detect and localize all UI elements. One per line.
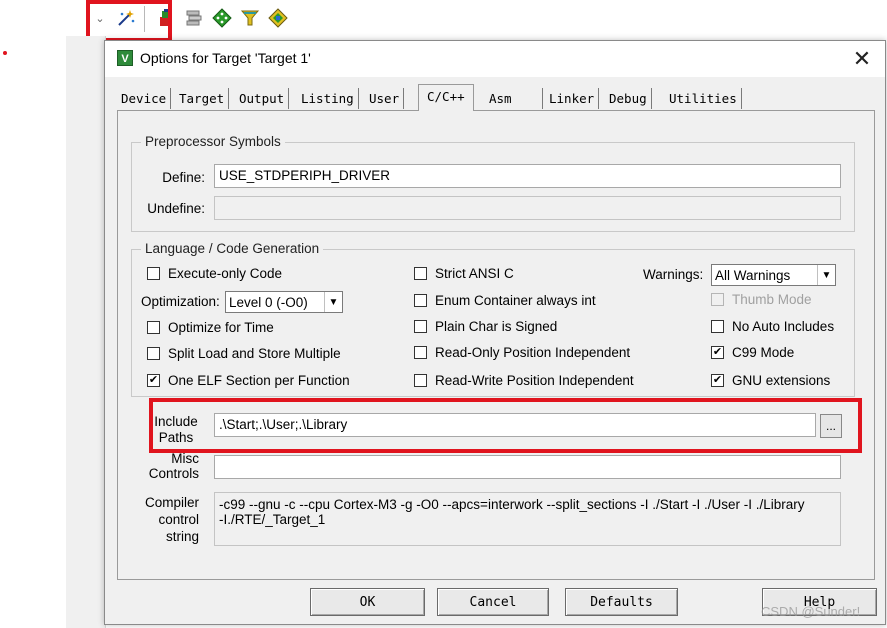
checkbox-box[interactable] bbox=[414, 320, 427, 333]
enum-container-label: Enum Container always int bbox=[435, 293, 596, 308]
toolbar-separator bbox=[144, 6, 145, 32]
component-icon[interactable] bbox=[268, 8, 288, 28]
execute-only-checkbox[interactable]: Execute-only Code bbox=[147, 266, 282, 281]
strict-ansi-checkbox[interactable]: Strict ANSI C bbox=[414, 266, 514, 281]
c99-mode-label: C99 Mode bbox=[732, 345, 795, 360]
ok-button[interactable]: OK bbox=[310, 588, 425, 616]
plain-char-checkbox[interactable]: Plain Char is Signed bbox=[414, 319, 557, 334]
chevron-down-icon[interactable]: ▼ bbox=[817, 265, 835, 285]
app-icon: V bbox=[117, 50, 133, 66]
watermark: CSDN @Sunder! bbox=[761, 604, 861, 619]
magic-wand-icon[interactable] bbox=[116, 8, 136, 28]
warnings-value: All Warnings bbox=[715, 267, 791, 283]
ro-position-checkbox[interactable]: Read-Only Position Independent bbox=[414, 345, 630, 360]
defaults-button[interactable]: Defaults bbox=[565, 588, 678, 616]
checkbox-box[interactable] bbox=[147, 347, 160, 360]
misc-controls-field[interactable] bbox=[214, 455, 841, 479]
tab-utilities[interactable]: Utilities bbox=[665, 88, 742, 109]
compiler-string-line2: -I./RTE/_Target_1 bbox=[219, 512, 326, 527]
tab-listing[interactable]: Listing bbox=[297, 88, 359, 109]
strict-ansi-label: Strict ANSI C bbox=[435, 266, 514, 281]
browse-button[interactable]: ... bbox=[820, 414, 842, 438]
tab-target[interactable]: Target bbox=[175, 88, 230, 109]
checkbox-box[interactable] bbox=[414, 374, 427, 387]
checkbox-box[interactable] bbox=[414, 267, 427, 280]
misc-label-line1: Misc bbox=[171, 451, 199, 466]
execute-only-label: Execute-only Code bbox=[168, 266, 283, 281]
checkbox-box[interactable] bbox=[414, 346, 427, 359]
one-elf-label: One ELF Section per Function bbox=[168, 373, 350, 388]
checkbox-box[interactable] bbox=[147, 321, 160, 334]
dialog-title: Options for Target 'Target 1' bbox=[140, 50, 311, 66]
define-label: Define: bbox=[162, 170, 205, 185]
plain-char-label: Plain Char is Signed bbox=[435, 319, 558, 334]
warnings-select[interactable]: All Warnings ▼ bbox=[711, 264, 836, 286]
thumb-mode-label: Thumb Mode bbox=[732, 292, 812, 307]
close-icon[interactable]: ✕ bbox=[847, 46, 877, 72]
tab-linker[interactable]: Linker bbox=[545, 88, 600, 109]
tab-user[interactable]: User bbox=[365, 88, 405, 109]
optimization-label: Optimization: bbox=[141, 294, 220, 309]
undefine-field[interactable] bbox=[214, 196, 841, 220]
rw-position-checkbox[interactable]: Read-Write Position Independent bbox=[414, 373, 634, 388]
c99-mode-checkbox[interactable]: ✔ C99 Mode bbox=[711, 345, 794, 360]
tab-debug[interactable]: Debug bbox=[605, 88, 652, 109]
chevron-down-icon[interactable]: ▼ bbox=[324, 292, 342, 312]
no-auto-includes-label: No Auto Includes bbox=[732, 319, 835, 334]
thumb-mode-checkbox: Thumb Mode bbox=[711, 292, 812, 307]
cancel-button[interactable]: Cancel bbox=[437, 588, 549, 616]
checkbox-box[interactable] bbox=[147, 267, 160, 280]
include-label-line1: Include bbox=[154, 414, 198, 429]
gnu-extensions-checkbox[interactable]: ✔ GNU extensions bbox=[711, 373, 830, 388]
define-field[interactable]: USE_STDPERIPH_DRIVER bbox=[214, 164, 841, 188]
check-icon[interactable]: ✔ bbox=[711, 374, 724, 387]
tab-device[interactable]: Device bbox=[117, 88, 172, 109]
undefine-label: Undefine: bbox=[147, 201, 205, 216]
tab-asm[interactable]: Asm bbox=[485, 88, 543, 109]
compiler-label-line2: control bbox=[158, 512, 199, 527]
gnu-extensions-label: GNU extensions bbox=[732, 373, 831, 388]
ro-position-label: Read-Only Position Independent bbox=[435, 345, 631, 360]
include-label-line2: Paths bbox=[158, 430, 194, 445]
optimize-time-label: Optimize for Time bbox=[168, 320, 274, 335]
ide-side-strip bbox=[66, 36, 106, 628]
no-auto-includes-checkbox[interactable]: No Auto Includes bbox=[711, 319, 834, 334]
split-load-label: Split Load and Store Multiple bbox=[168, 346, 341, 361]
split-load-checkbox[interactable]: Split Load and Store Multiple bbox=[147, 346, 341, 361]
compiler-label-line3: string bbox=[165, 529, 199, 544]
warnings-label: Warnings: bbox=[643, 267, 704, 282]
compiler-label-line1: Compiler bbox=[144, 495, 199, 510]
tab-cc[interactable]: C/C++ bbox=[418, 84, 474, 111]
compiler-string-line1: -c99 --gnu -c --cpu Cortex-M3 -g -O0 --a… bbox=[219, 497, 805, 512]
tab-output[interactable]: Output bbox=[235, 88, 290, 109]
manage-icon[interactable] bbox=[184, 8, 204, 28]
language-group-title: Language / Code Generation bbox=[141, 241, 324, 256]
rw-position-label: Read-Write Position Independent bbox=[435, 373, 634, 388]
ide-toolbar: ⌄ bbox=[66, 0, 326, 36]
enum-container-checkbox[interactable]: Enum Container always int bbox=[414, 293, 596, 308]
optimize-time-checkbox[interactable]: Optimize for Time bbox=[147, 320, 274, 335]
marker-dot bbox=[3, 51, 7, 55]
checkbox-box[interactable] bbox=[711, 320, 724, 333]
check-icon[interactable]: ✔ bbox=[711, 346, 724, 359]
preprocessor-group-title: Preprocessor Symbols bbox=[141, 134, 285, 149]
misc-label-line2: Controls bbox=[148, 466, 199, 481]
compiler-control-string: -c99 --gnu -c --cpu Cortex-M3 -g -O0 --a… bbox=[214, 492, 841, 546]
check-icon[interactable]: ✔ bbox=[147, 374, 160, 387]
load-icon[interactable] bbox=[156, 8, 176, 28]
dropdown-icon[interactable]: ⌄ bbox=[90, 8, 110, 28]
include-paths-field[interactable]: .\Start;.\User;.\Library bbox=[214, 413, 816, 437]
checkbox-box[interactable] bbox=[414, 294, 427, 307]
funnel-icon[interactable] bbox=[240, 8, 260, 28]
dialog-titlebar: V Options for Target 'Target 1' ✕ bbox=[105, 41, 885, 77]
optimization-select[interactable]: Level 0 (-O0) ▼ bbox=[225, 291, 343, 313]
options-dialog: V Options for Target 'Target 1' ✕ Device… bbox=[104, 40, 886, 625]
optimization-value: Level 0 (-O0) bbox=[229, 294, 308, 310]
checkbox-box bbox=[711, 293, 724, 306]
diamond-icon[interactable] bbox=[212, 8, 232, 28]
one-elf-checkbox[interactable]: ✔ One ELF Section per Function bbox=[147, 373, 350, 388]
